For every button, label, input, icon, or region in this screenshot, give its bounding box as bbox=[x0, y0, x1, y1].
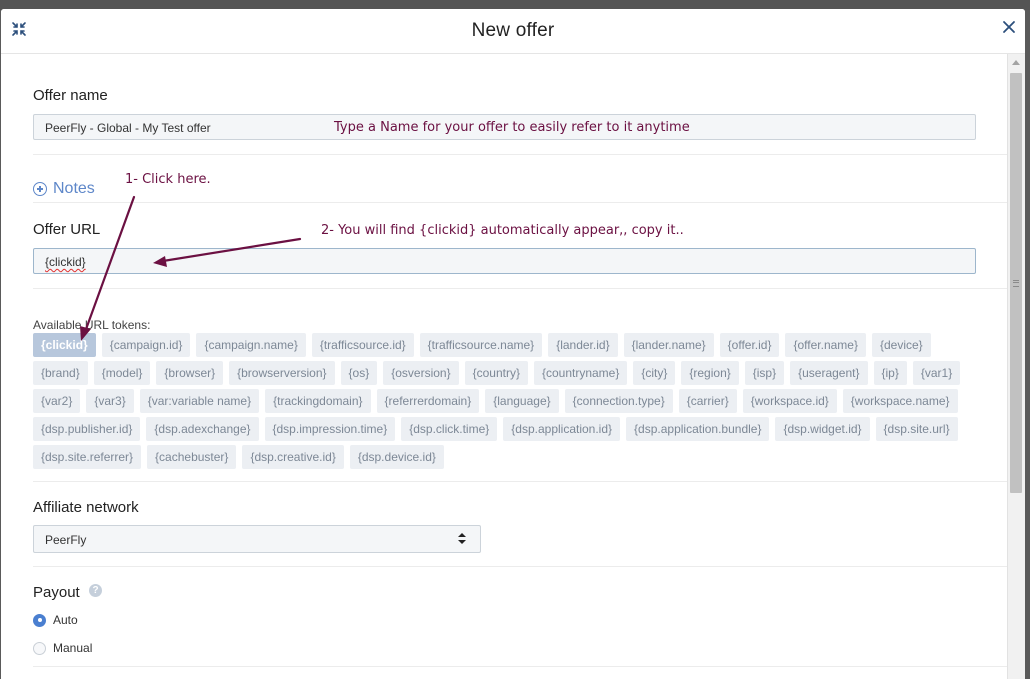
url-token[interactable]: {offer.id} bbox=[719, 333, 780, 357]
url-token[interactable]: {dsp.device.id} bbox=[349, 445, 444, 469]
offer-name-annotation: Type a Name for your offer to easily ref… bbox=[334, 120, 690, 135]
url-token[interactable]: {campaign.id} bbox=[101, 333, 191, 357]
divider bbox=[33, 666, 1008, 667]
url-token[interactable]: {model} bbox=[93, 361, 151, 385]
url-token[interactable]: {countryname} bbox=[533, 361, 628, 385]
url-token[interactable]: {trackingdomain} bbox=[265, 389, 371, 413]
select-arrows-icon bbox=[458, 533, 466, 545]
scrollbar[interactable] bbox=[1007, 54, 1025, 679]
affiliate-network-value: PeerFly bbox=[45, 533, 87, 547]
plus-circle-icon bbox=[33, 182, 47, 196]
tokens-label: Available URL tokens: bbox=[33, 318, 151, 332]
url-token[interactable]: {dsp.site.url} bbox=[875, 417, 958, 441]
url-token[interactable]: {lander.id} bbox=[548, 333, 618, 357]
token-row: {dsp.site.referrer} {cachebuster} {dsp.cre… bbox=[33, 445, 444, 469]
url-token[interactable]: {region} bbox=[681, 361, 739, 385]
url-token[interactable]: {dsp.site.referrer} bbox=[33, 445, 142, 469]
affiliate-network-label: Affiliate network bbox=[33, 499, 139, 516]
payout-option-label: Auto bbox=[53, 613, 78, 627]
offer-url-annotation: 2- You will find {clickid} automatically… bbox=[321, 223, 684, 238]
url-token[interactable]: {dsp.adexchange} bbox=[146, 417, 259, 441]
url-token[interactable]: {isp} bbox=[744, 361, 785, 385]
help-icon[interactable]: ? bbox=[89, 584, 102, 597]
token-row: {brand} {model} {browser} {browserversion}{… bbox=[33, 361, 961, 385]
divider bbox=[33, 202, 1008, 203]
payout-option-label: Manual bbox=[53, 641, 93, 655]
offer-url-label: Offer URL bbox=[33, 221, 101, 238]
offer-url-input[interactable]: {clickid} bbox=[33, 248, 976, 274]
url-token[interactable]: {cachebuster} bbox=[147, 445, 237, 469]
url-token[interactable]: {brand} bbox=[33, 361, 88, 385]
new-offer-modal: New offer Offer name PeerFly - Global - … bbox=[1, 9, 1025, 679]
url-token[interactable]: {trafficsource.id} bbox=[311, 333, 414, 357]
notes-link[interactable]: Notes bbox=[33, 180, 95, 198]
url-token[interactable]: {workspace.name} bbox=[842, 389, 958, 413]
url-token[interactable]: {country} bbox=[464, 361, 528, 385]
modal-title: New offer bbox=[471, 20, 555, 41]
url-token[interactable]: {campaign.name} bbox=[196, 333, 306, 357]
modal-header: New offer bbox=[1, 9, 1025, 54]
url-token[interactable]: {referrerdomain} bbox=[376, 389, 480, 413]
scroll-thumb[interactable] bbox=[1010, 73, 1022, 493]
payout-label: Payout bbox=[33, 584, 80, 601]
payout-option-manual[interactable]: Manual bbox=[33, 641, 92, 655]
url-token[interactable]: {dsp.click.time} bbox=[401, 417, 498, 441]
url-token[interactable]: {useragent} bbox=[790, 361, 868, 385]
url-token[interactable]: {dsp.widget.id} bbox=[775, 417, 870, 441]
offer-name-value: PeerFly - Global - My Test offer bbox=[45, 121, 211, 135]
offer-name-label: Offer name bbox=[33, 87, 108, 104]
divider bbox=[33, 288, 1008, 289]
token-row: {clickid} {campaign.id} {campaign.name} {tr… bbox=[33, 333, 931, 357]
url-token[interactable]: {var2} bbox=[33, 389, 81, 413]
url-token[interactable]: {var1} bbox=[912, 361, 961, 385]
url-token[interactable]: {offer.name} bbox=[785, 333, 866, 357]
url-token[interactable]: {osversion} bbox=[383, 361, 459, 385]
url-token[interactable]: {language} bbox=[485, 389, 559, 413]
radio-auto[interactable] bbox=[33, 613, 46, 627]
url-token[interactable]: {dsp.creative.id} bbox=[242, 445, 344, 469]
token-row: {var2} {var3} {var:variable name} {tracking… bbox=[33, 389, 958, 413]
url-token[interactable]: {trafficsource.name} bbox=[419, 333, 543, 357]
radio-manual[interactable] bbox=[33, 641, 46, 655]
url-token[interactable]: {dsp.publisher.id} bbox=[33, 417, 141, 441]
divider bbox=[33, 481, 1008, 482]
payout-option-auto[interactable]: Auto bbox=[33, 613, 78, 627]
offer-url-value: {clickid} bbox=[45, 255, 86, 269]
url-token[interactable]: {var3} bbox=[86, 389, 134, 413]
url-token[interactable]: {var:variable name} bbox=[139, 389, 260, 413]
notes-label: Notes bbox=[53, 180, 95, 197]
affiliate-network-select[interactable]: PeerFly bbox=[33, 525, 481, 553]
url-token[interactable]: {ip} bbox=[873, 361, 907, 385]
url-token[interactable]: {carrier} bbox=[678, 389, 737, 413]
close-icon[interactable] bbox=[1002, 20, 1016, 34]
notes-annotation: 1- Click here. bbox=[125, 172, 211, 187]
grip-icon bbox=[1013, 280, 1019, 287]
url-token[interactable]: {browser} bbox=[156, 361, 224, 385]
url-token[interactable]: {clickid} bbox=[33, 333, 96, 357]
url-token[interactable]: {connection.type} bbox=[564, 389, 673, 413]
token-row: {dsp.publisher.id} {dsp.adexchange} {dsp.i… bbox=[33, 417, 958, 441]
url-token[interactable]: {os} bbox=[340, 361, 378, 385]
url-token[interactable]: {device} bbox=[871, 333, 931, 357]
url-token[interactable]: {city} bbox=[633, 361, 676, 385]
scroll-up-icon[interactable] bbox=[1012, 60, 1020, 65]
url-token[interactable]: {dsp.application.id} bbox=[503, 417, 621, 441]
divider bbox=[33, 566, 1008, 567]
url-token[interactable]: {dsp.impression.time} bbox=[264, 417, 396, 441]
divider bbox=[33, 154, 1008, 155]
url-token[interactable]: {dsp.application.bundle} bbox=[626, 417, 770, 441]
url-token[interactable]: {workspace.id} bbox=[742, 389, 837, 413]
url-token[interactable]: {browserversion} bbox=[229, 361, 335, 385]
url-token[interactable]: {lander.name} bbox=[623, 333, 714, 357]
modal-body: Offer name PeerFly - Global - My Test of… bbox=[1, 54, 1009, 679]
